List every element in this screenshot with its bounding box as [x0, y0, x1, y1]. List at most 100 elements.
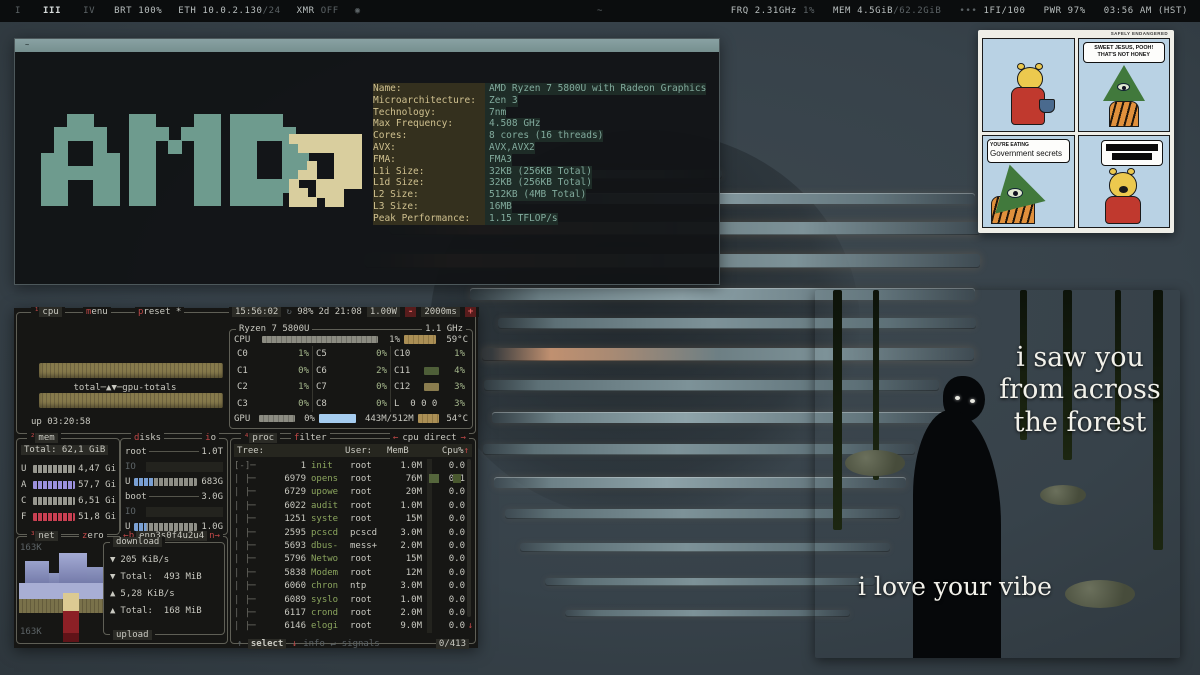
proc-user: root	[348, 554, 390, 564]
tab-mem[interactable]: ²mem	[27, 433, 61, 443]
proc-tree: │ ├─	[234, 568, 274, 578]
core-cell: C01%	[234, 346, 312, 363]
mem-row: C6,51 Gi	[21, 493, 116, 509]
select-button[interactable]: ↑ select ↓	[237, 639, 297, 649]
upload-label: upload	[110, 630, 155, 640]
disk-title-row: boot3.0G	[125, 489, 223, 504]
proc-mem: 3.0M	[390, 581, 422, 591]
direction-arrow-icon: ▲	[110, 606, 115, 616]
download-label: download	[110, 537, 165, 547]
field-value: 8 cores (16 threads)	[485, 130, 603, 142]
proc-cpu: 0.0	[437, 528, 465, 538]
process-row[interactable]: │ ├─2595pcscdpcscd3.0M0.0	[234, 526, 465, 539]
proc-graph	[427, 499, 432, 512]
tab-io[interactable]: io	[202, 433, 219, 443]
proc-mem: 2.0M	[390, 608, 422, 618]
disk-rows: root1.0TIOU683Gboot3.0GIOU1.0G	[125, 444, 223, 534]
field-value: 512KB (4MB Total)	[485, 189, 586, 201]
proc-tree: │ ├─	[234, 621, 274, 631]
mem-row: A57,7 Gi	[21, 477, 116, 493]
proc-scrollbar[interactable]	[467, 459, 471, 617]
sort-next-button[interactable]: →	[461, 433, 466, 443]
process-row[interactable]: │ ├─5796Networoot15M0.0	[234, 553, 465, 566]
field-label: Microarchitecture:	[373, 95, 485, 107]
proc-name: init	[306, 461, 348, 471]
process-row[interactable]: [-]─1initroot1.0M0.0	[234, 459, 465, 472]
graph-divider: total─▲▼─gpu-totals	[27, 383, 223, 393]
proc-graph	[427, 526, 432, 539]
iface-next-button[interactable]: n→	[209, 531, 220, 541]
proc-user: root	[348, 568, 390, 578]
tab-preset[interactable]: preset *	[135, 307, 184, 317]
core-cell: C70%	[312, 379, 390, 396]
cpufetch-field: Microarchitecture:Zen 3	[373, 95, 713, 107]
core-label: C0	[237, 349, 267, 359]
workspace-3-active[interactable]: III	[40, 6, 64, 16]
tab-menu[interactable]: menu	[83, 307, 111, 317]
tab-filter[interactable]: filter	[291, 433, 330, 443]
process-row[interactable]: │ ├─6060chronntp3.0M0.0	[234, 580, 465, 593]
proc-box: ⁴proc filter ← cpu direct → Tree: User: …	[230, 438, 476, 644]
net-stat-row: ▼205 KiB/s	[110, 551, 220, 568]
tab-proc[interactable]: ⁴proc	[241, 433, 280, 443]
shadow-figure-body	[913, 410, 1001, 658]
net-stats: ▼205 KiB/s▼Total: 493 MiB▲5,28 KiB/s▲Tot…	[110, 551, 220, 619]
interval-plus-button[interactable]: +	[465, 307, 476, 317]
proc-pid: 1	[274, 461, 306, 471]
btop-window: ¹cpu menu preset * 15:56:02 ↻ 98% 2d 21:…	[14, 308, 478, 648]
mem-box: ²mem Total: 62,1 GiB U4,47 GiA57,7 GiC6,…	[16, 438, 120, 535]
signals-button[interactable]: signals	[342, 639, 380, 649]
sort-prev-button[interactable]: ←	[393, 433, 398, 443]
cpufetch-field: L2 Size:512KB (4MB Total)	[373, 189, 713, 201]
top-status-bar: I III IV BRT 100% ETH 10.0.2.130/24 XMR …	[0, 0, 1200, 22]
info-button[interactable]: info ↵	[303, 639, 336, 649]
disk-name: boot	[125, 492, 147, 502]
proc-mem: 1.0M	[390, 595, 422, 605]
core-value: 0%	[376, 349, 387, 359]
process-row[interactable]: │ ├─1251systeroot15M0.0	[234, 513, 465, 526]
process-row[interactable]: │ ├─6729upoweroot20M0.0	[234, 486, 465, 499]
workspace-1[interactable]: I	[12, 6, 24, 16]
field-label: Cores:	[373, 130, 485, 142]
interval-minus-button[interactable]: -	[405, 307, 416, 317]
core-label: C8	[316, 399, 346, 409]
proc-pid: 6117	[274, 608, 306, 618]
mem-rows: U4,47 GiA57,7 GiC6,51 GiF51,8 Gi	[21, 461, 116, 525]
btop-clock: 15:56:02	[232, 307, 281, 317]
tab-zero[interactable]: zero	[79, 531, 107, 541]
process-row[interactable]: │ ├─5838Modemroot12M0.0	[234, 566, 465, 579]
net-stats-panel: download upload ▼205 KiB/s▼Total: 493 Mi…	[103, 542, 225, 635]
process-row[interactable]: │ ├─6979opensroot76M0.1	[234, 472, 465, 485]
proc-graph	[427, 472, 432, 485]
process-list: [-]─1initroot1.0M0.0│ ├─6979opensroot76M…	[234, 459, 465, 633]
ethernet-status: ETH 10.0.2.130/24	[178, 6, 280, 16]
proc-pid: 5838	[274, 568, 306, 578]
workspace-4[interactable]: IV	[80, 6, 98, 16]
process-row[interactable]: │ ├─5693dbus-mess+2.0M0.0	[234, 539, 465, 552]
process-row[interactable]: │ ├─6117crondroot2.0M0.0	[234, 606, 465, 619]
scroll-down-icon[interactable]: ↓	[468, 621, 473, 631]
proc-pid: 6979	[274, 474, 306, 484]
sort-direction-icon[interactable]: ↑	[464, 446, 469, 456]
proc-cpu: 0.0	[437, 621, 465, 631]
proc-graph	[427, 539, 432, 552]
process-row[interactable]: │ ├─6089sysloroot1.0M0.0	[234, 593, 465, 606]
tab-cpu[interactable]: ¹cpu	[31, 307, 65, 317]
cpu-total-graph	[39, 363, 223, 378]
proc-name: dbus-	[306, 541, 348, 551]
terminal-titlebar[interactable]: ~	[15, 39, 719, 52]
proc-pid: 6022	[274, 501, 306, 511]
process-row[interactable]: │ ├─6146elogiroot9.0M0.0	[234, 620, 465, 633]
core-label: C10	[394, 349, 424, 359]
proc-name: upowe	[306, 487, 348, 497]
core-value: 1%	[454, 349, 465, 359]
figure-eye-left	[955, 396, 960, 400]
proc-mem: 3.0M	[390, 528, 422, 538]
tab-disks[interactable]: disks	[131, 433, 164, 443]
tab-net[interactable]: ³net	[27, 531, 61, 541]
proc-name: Netwo	[306, 554, 348, 564]
pooh-mouth	[1119, 186, 1128, 193]
process-row[interactable]: │ ├─6022auditroot1.0M0.0	[234, 499, 465, 512]
disk-used-row: U683G	[125, 474, 223, 489]
gpu-usage-row: GPU 0% 443M/512M 54°C	[234, 412, 468, 425]
